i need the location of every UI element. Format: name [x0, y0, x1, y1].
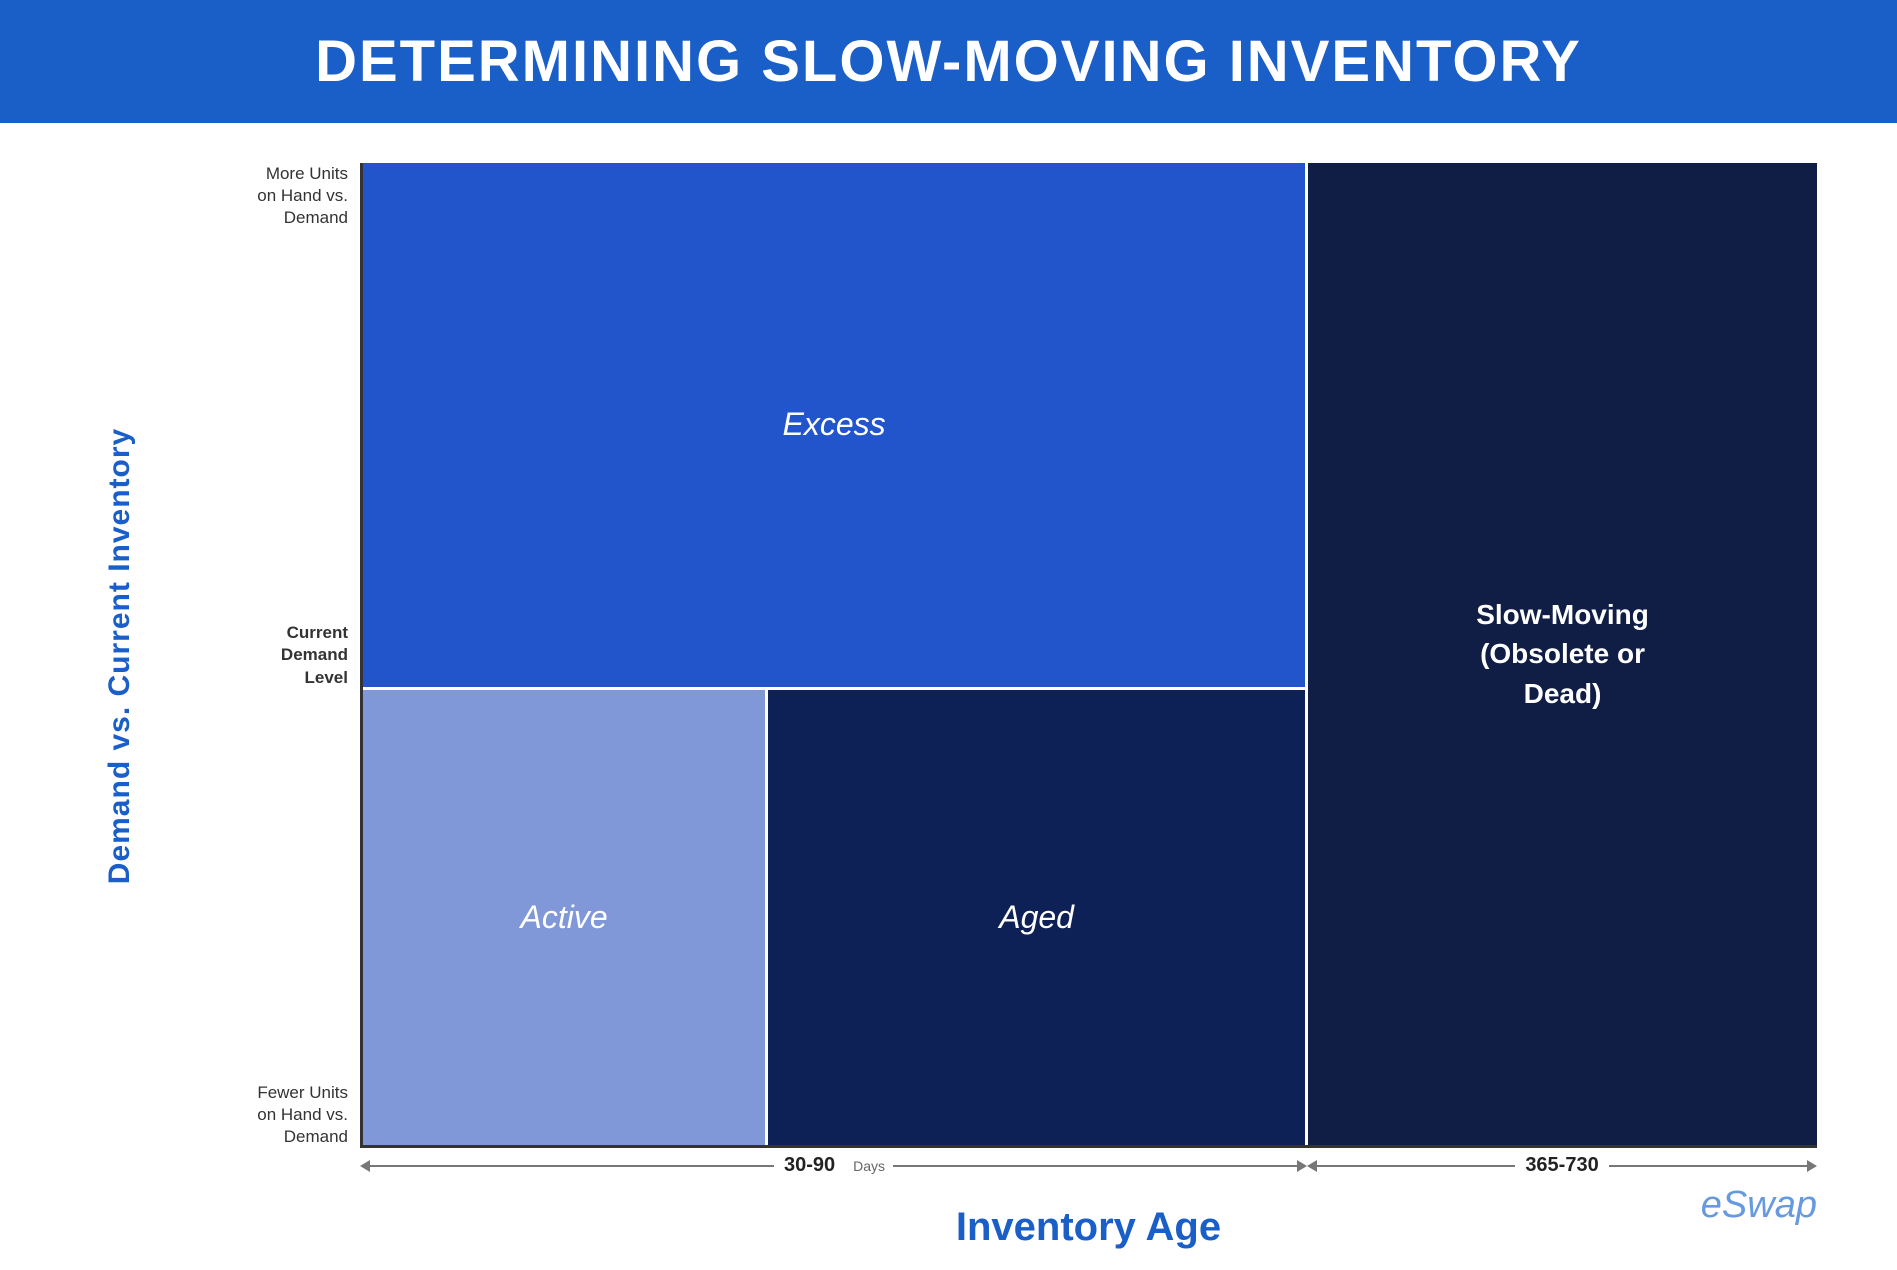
header-title: DETERMINING SLOW-MOVING INVENTORY — [315, 28, 1582, 95]
active-label: Active — [520, 899, 607, 936]
chart-with-yaxis: More Unitson Hand vs.Demand CurrentDeman… — [160, 163, 1817, 1148]
arrow-line-left — [370, 1165, 774, 1167]
eswap-logo: eSwap — [1701, 1184, 1817, 1227]
y-tick-top: More Unitson Hand vs.Demand — [257, 163, 348, 229]
main-content: Demand vs. Current Inventory More Unitso… — [0, 123, 1897, 1270]
chart-main: Excess Active Aged — [360, 163, 1817, 1148]
arrow-head-right-365 — [1807, 1160, 1817, 1172]
arrow-line-right-30 — [893, 1165, 1297, 1167]
segment1-label: 30-90 — [784, 1154, 835, 1177]
y-tick-bottom: Fewer Unitson Hand vs.Demand — [257, 1082, 348, 1148]
chart-grid: Excess Active Aged — [360, 163, 1817, 1148]
eswap-logo-text: eSwap — [1701, 1184, 1817, 1226]
header-banner: DETERMINING SLOW-MOVING INVENTORY — [0, 0, 1897, 123]
arrow-365-730: 365-730 — [1307, 1154, 1817, 1177]
x-ticks-row: 30-90 Days 365-730 — [360, 1154, 1817, 1177]
cell-active: Active — [363, 690, 768, 1145]
x-axis-content: 30-90 Days 365-730 — [360, 1148, 1817, 1250]
y-axis-label-container: Demand vs. Current Inventory — [80, 163, 160, 1148]
cell-excess: Excess — [363, 163, 1305, 690]
x-tick-segment-right: 365-730 — [1307, 1154, 1817, 1177]
days-label: Days — [853, 1158, 885, 1174]
col-30-90: Excess Active Aged — [363, 163, 1308, 1145]
x-axis-wrapper: 30-90 Days 365-730 — [80, 1148, 1817, 1250]
aged-label: Aged — [999, 899, 1074, 936]
col-365-730: Slow-Moving(Obsolete orDead) — [1308, 163, 1817, 1145]
x-main-label: Inventory Age — [360, 1205, 1817, 1250]
segment2-label: 365-730 — [1525, 1154, 1598, 1177]
excess-label: Excess — [782, 406, 885, 443]
arrow-line-365-r — [1609, 1165, 1807, 1167]
y-axis-label: Demand vs. Current Inventory — [103, 427, 137, 883]
y-axis-ticks: More Unitson Hand vs.Demand CurrentDeman… — [160, 163, 360, 1148]
x-axis-spacer — [80, 1148, 360, 1250]
chart-area: Demand vs. Current Inventory More Unitso… — [80, 163, 1817, 1148]
y-tick-middle: CurrentDemandLevel — [281, 622, 348, 688]
cell-slow: Slow-Moving(Obsolete orDead) — [1308, 163, 1817, 1145]
arrow-30-90: 30-90 Days — [360, 1154, 1307, 1177]
arrow-head-right-30 — [1297, 1160, 1307, 1172]
cell-bottom-row: Active Aged — [363, 690, 1305, 1145]
x-tick-segment-left: 30-90 Days — [360, 1154, 1307, 1177]
cell-aged: Aged — [768, 690, 1305, 1145]
arrow-head-left-365 — [1307, 1160, 1317, 1172]
arrow-line-365 — [1317, 1165, 1515, 1167]
slow-label: Slow-Moving(Obsolete orDead) — [1476, 595, 1649, 713]
arrow-head-left-30 — [360, 1160, 370, 1172]
